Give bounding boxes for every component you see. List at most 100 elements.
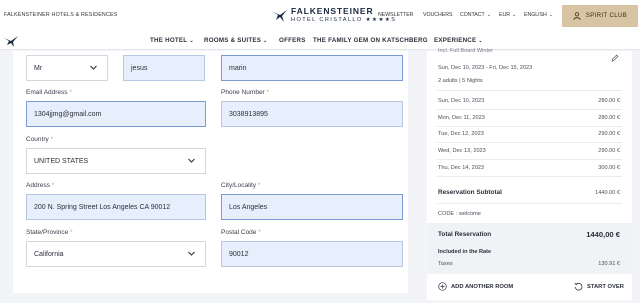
- contact-menu[interactable]: CONTACT ⌄: [460, 12, 491, 18]
- salutation-select[interactable]: Mr: [26, 55, 108, 81]
- email-label: Email Address *: [26, 89, 72, 96]
- nav-family-gem[interactable]: THE FAMILY GEM ON KATSCHBERG: [313, 37, 428, 44]
- chevron-down-icon: ⌄: [189, 38, 194, 44]
- add-room-button[interactable]: ADD ANOTHER ROOM: [438, 282, 513, 291]
- total-section: Total Reservation 1440,00 € Included in …: [427, 223, 632, 274]
- included-label: Included in the Rate: [438, 249, 492, 255]
- restart-icon: [574, 282, 583, 291]
- address-label: Address *: [26, 182, 54, 189]
- guests-nights: 2 adults | 5 Nights: [438, 78, 483, 84]
- rate-name: Incl. Full Board Winter: [438, 48, 494, 54]
- phone-label: Phone Number *: [221, 89, 269, 96]
- salutation-value: Mr: [34, 64, 43, 72]
- night-amount: 280.00 €: [598, 98, 620, 104]
- chevron-down-icon: ⌄: [486, 12, 491, 18]
- last-name-field[interactable]: marin: [221, 55, 403, 81]
- country-label: Country *: [26, 136, 53, 143]
- edit-icon[interactable]: [611, 54, 619, 62]
- promo-code: CODE : welcome: [438, 211, 481, 217]
- start-over-label: START OVER: [587, 283, 624, 290]
- nav-label: THE HOTEL: [150, 37, 188, 44]
- required-mark: *: [51, 182, 55, 189]
- address-label-text: Address: [26, 182, 50, 189]
- last-name-value: marin: [229, 64, 247, 72]
- first-name-value: jesus: [131, 64, 148, 72]
- reservation-summary: Incl. Full Board Winter Sun, Dec 10, 202…: [427, 48, 632, 300]
- address-value: 200 N. Spring Street Los Angeles CA 9001…: [34, 203, 171, 211]
- top-header: FALKENSTEINER HOTELS & RESIDENCES FALKEN…: [0, 0, 640, 33]
- contact-label: CONTACT: [460, 12, 485, 18]
- night-amount: 290.00 €: [598, 131, 620, 137]
- night-amount: 300.00 €: [598, 165, 620, 171]
- night-amount: 290.00 €: [598, 148, 620, 154]
- phone-value: 3038913895: [229, 110, 268, 118]
- state-select[interactable]: California: [26, 241, 206, 267]
- required-mark: *: [69, 89, 72, 96]
- required-mark: *: [70, 229, 73, 236]
- nav-label: EXPERIENCE: [434, 37, 477, 44]
- chevron-down-icon: [90, 65, 97, 70]
- divider: [437, 142, 622, 143]
- nights: 5 Nights: [462, 78, 483, 84]
- plus-circle-icon: [438, 282, 447, 291]
- divider: [437, 176, 622, 177]
- email-value: 1304jjmg@gmail.com: [34, 110, 102, 118]
- city-label-text: City/Locality: [221, 182, 257, 189]
- currency-selector[interactable]: EUR ⌄: [499, 12, 516, 18]
- required-mark: *: [257, 182, 261, 189]
- address-field[interactable]: 200 N. Spring Street Los Angeles CA 9001…: [26, 194, 206, 220]
- nav-offers[interactable]: OFFERS: [279, 37, 306, 44]
- user-icon: [573, 12, 581, 20]
- required-mark: *: [258, 229, 261, 236]
- night-amount: 280.00 €: [598, 115, 620, 121]
- currency-label: EUR: [499, 12, 510, 18]
- total-value: 1440,00 €: [586, 230, 620, 239]
- divider: [437, 109, 622, 110]
- newsletter-link[interactable]: NEWSLETTER: [378, 12, 413, 18]
- taxes-value: 130.91 €: [598, 261, 620, 267]
- country-select[interactable]: UNITED STATES: [26, 148, 206, 174]
- group-name[interactable]: FALKENSTEINER HOTELS & RESIDENCES: [4, 12, 117, 18]
- nav-experience[interactable]: EXPERIENCE ⌄: [434, 37, 483, 44]
- language-label: ENGLISH: [524, 12, 547, 18]
- chevron-down-icon: [188, 251, 195, 256]
- night-date: Mon, Dec 11, 2023: [438, 115, 485, 121]
- night-date: Tue, Dec 12, 2023: [438, 131, 484, 137]
- night-date: Sun, Dec 10, 2023: [438, 98, 485, 104]
- country-label-text: Country: [26, 136, 49, 143]
- start-over-button[interactable]: START OVER: [574, 282, 624, 291]
- chevron-down-icon: [188, 158, 195, 163]
- phone-label-text: Phone Number: [221, 89, 265, 96]
- total-label: Total Reservation: [438, 231, 492, 238]
- night-date: Wed, Dec 13, 2023: [438, 148, 486, 154]
- subtotal-label: Reservation Subtotal: [438, 189, 502, 196]
- falcon-logo-icon[interactable]: [4, 35, 18, 47]
- add-room-label: ADD ANOTHER ROOM: [451, 283, 514, 290]
- state-label: State/Province *: [26, 229, 73, 236]
- divider: [437, 159, 622, 160]
- chevron-down-icon: ⌄: [263, 38, 268, 44]
- main-nav: THE HOTEL ⌄ ROOMS & SUITES ⌄ OFFERS THE FA…: [0, 33, 640, 50]
- city-field[interactable]: Los Angeles: [221, 194, 403, 220]
- postal-code-value: 90012: [229, 250, 249, 258]
- first-name-field[interactable]: jesus: [123, 55, 205, 81]
- phone-field[interactable]: 3038913895: [221, 101, 403, 127]
- email-field[interactable]: 1304jjmg@gmail.com: [26, 101, 206, 127]
- guests: 2 adults: [438, 78, 458, 84]
- postal-label-text: Postal Code: [221, 229, 257, 236]
- taxes-label: Taxes: [438, 261, 453, 267]
- divider: [437, 203, 622, 204]
- subtotal-value: 1440.00 €: [595, 190, 620, 196]
- spirit-club-button[interactable]: SPIRIT CLUB: [562, 5, 638, 27]
- spirit-club-label: SPIRIT CLUB: [585, 13, 628, 19]
- language-selector[interactable]: ENGLISH ⌄: [524, 12, 553, 18]
- postal-code-field[interactable]: 90012: [221, 241, 403, 267]
- guest-details-form: Mr jesus marin Email Address * 1304jjmg@…: [13, 51, 408, 293]
- required-mark: *: [50, 136, 54, 143]
- nav-the-hotel[interactable]: THE HOTEL ⌄: [150, 37, 194, 44]
- night-date: Thu, Dec 14, 2023: [438, 165, 485, 171]
- vouchers-link[interactable]: VOUCHERS: [423, 12, 452, 18]
- falcon-logo-icon: [273, 10, 287, 23]
- divider: [437, 126, 622, 127]
- nav-rooms-suites[interactable]: ROOMS & SUITES ⌄: [204, 37, 268, 44]
